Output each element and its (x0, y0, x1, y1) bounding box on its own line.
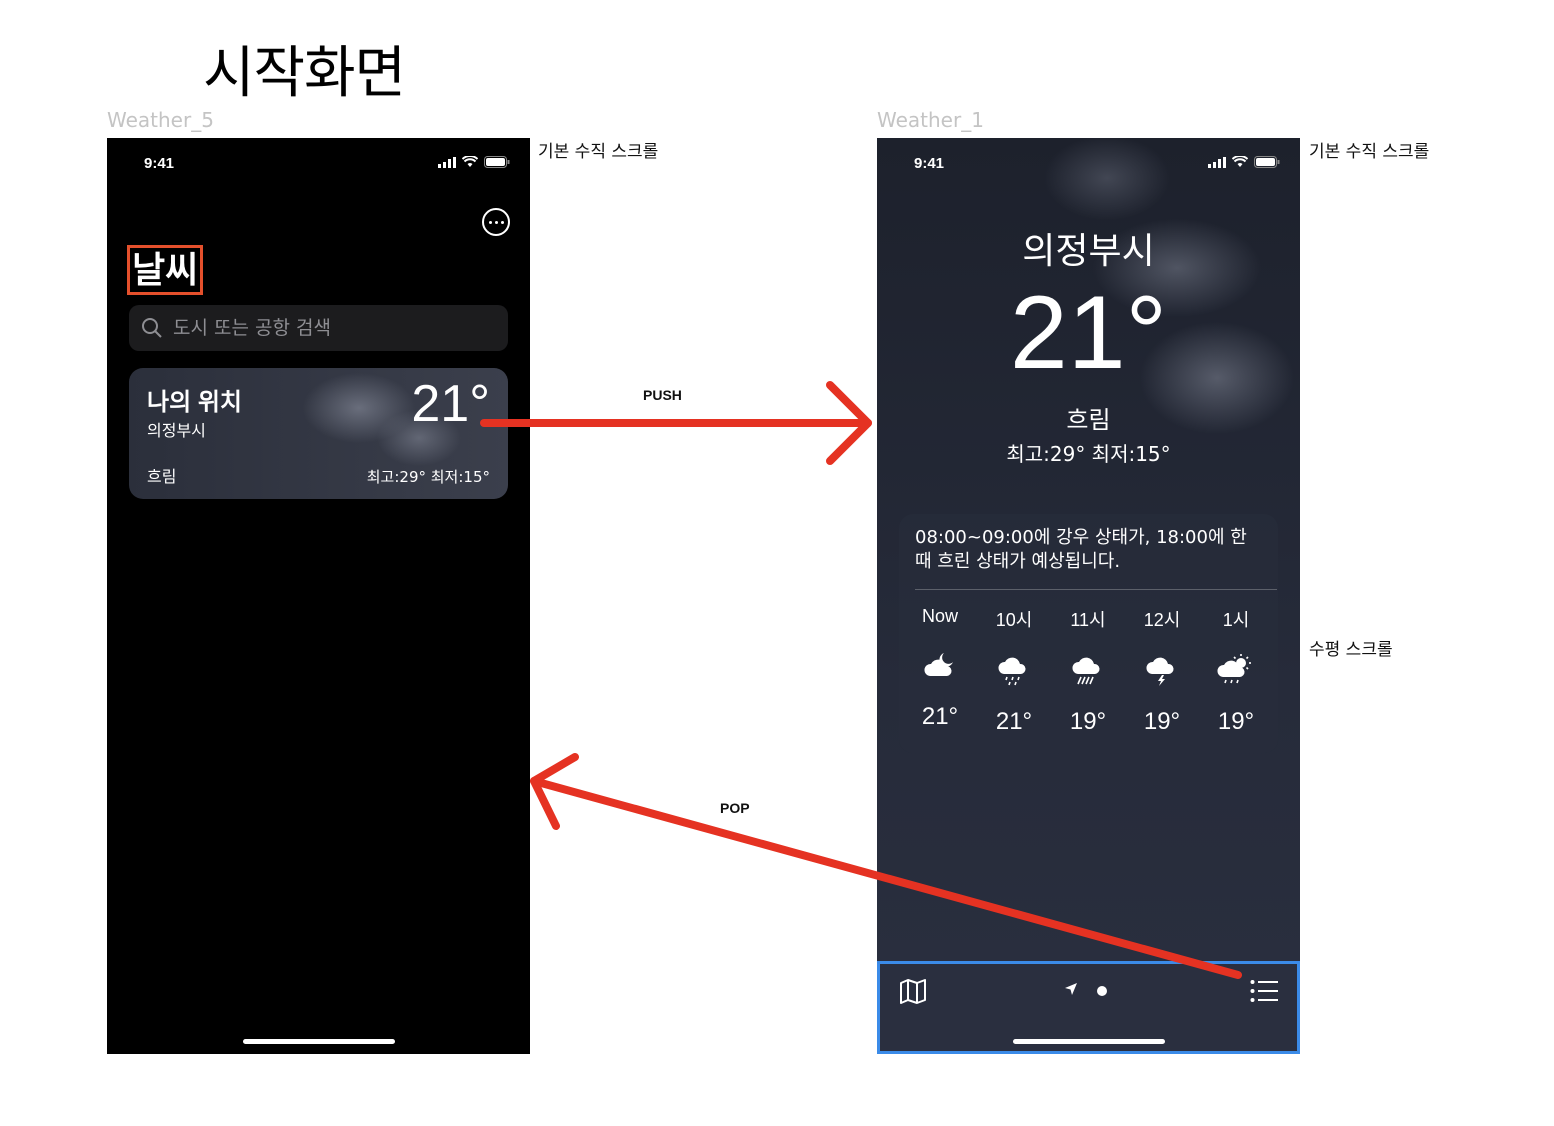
push-label: PUSH (643, 387, 682, 403)
flow-arrows (480, 381, 1242, 979)
pop-label: POP (720, 800, 750, 816)
pop-arrow (530, 753, 1242, 979)
